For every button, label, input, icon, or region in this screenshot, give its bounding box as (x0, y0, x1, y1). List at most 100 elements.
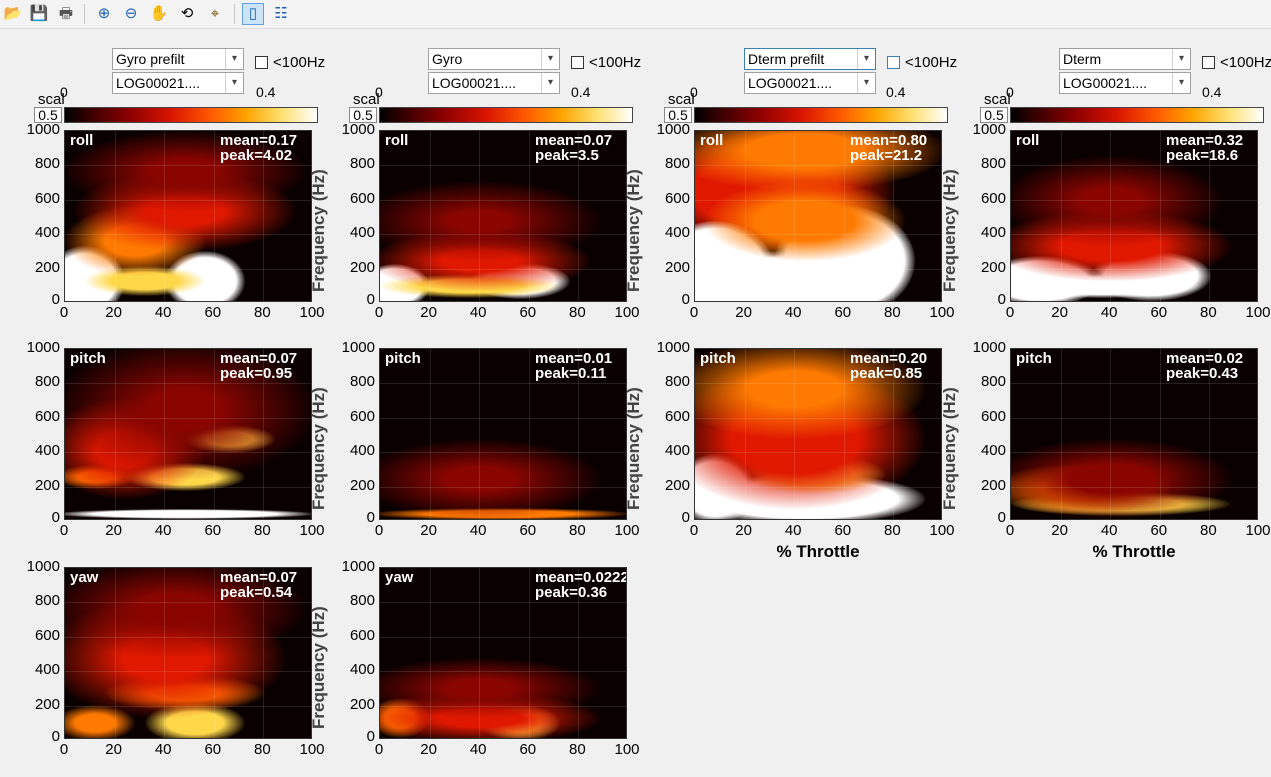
checkbox-box[interactable] (255, 56, 268, 69)
file-select-value: LOG00021.... (748, 75, 833, 91)
source-select[interactable]: Dterm prefilt ▾ (744, 48, 876, 70)
legend-icon[interactable]: ☷ (270, 3, 292, 25)
x-tick-label: 60 (1150, 522, 1168, 539)
source-select[interactable]: Gyro ▾ (428, 48, 560, 70)
x-tick-label: 60 (519, 304, 537, 321)
chevron-down-icon[interactable]: ▾ (1172, 49, 1190, 69)
y-tick-label: 400 (980, 442, 1006, 460)
y-tick-label: 400 (664, 442, 690, 460)
x-tick-label: 80 (569, 522, 586, 539)
file-select[interactable]: LOG00021.... ▾ (744, 72, 876, 94)
spectrogram-plot[interactable]: roll mean=0.32 peak=18.6 (1010, 130, 1258, 302)
spectrogram-plot[interactable]: roll mean=0.17 peak=4.02 (64, 130, 312, 302)
x-tick-label: 40 (469, 522, 487, 539)
figure-toolbar: 📂 💾 🖶 ⊕ ⊖ ✋ ⟲ ⌖ ▯ ☷ (0, 0, 1271, 29)
grid-line (65, 452, 311, 454)
grid-line (1011, 486, 1257, 488)
chevron-down-icon[interactable]: ▾ (1172, 73, 1190, 93)
x-tick-label: 20 (735, 304, 752, 321)
zoom-in-icon[interactable]: ⊕ (93, 3, 115, 25)
y-tick-label: 600 (349, 189, 375, 207)
peak-label: peak=0.11 (535, 365, 607, 382)
spectrogram-plot[interactable]: pitch mean=0.02 peak=0.43 (1010, 348, 1258, 520)
zoom-out-icon[interactable]: ⊖ (120, 3, 142, 25)
spectrogram-plot[interactable]: pitch mean=0.20 peak=0.85 (694, 348, 942, 520)
lowpass-checkbox[interactable]: <100Hz (571, 54, 641, 71)
y-tick-label: 200 (34, 476, 60, 494)
checkbox-box[interactable] (887, 56, 900, 69)
x-tick-label: 60 (204, 741, 222, 758)
save-icon[interactable]: 💾 (28, 3, 50, 25)
lowpass-checkbox[interactable]: <100Hz (255, 54, 325, 71)
x-tick-label: 0 (374, 522, 384, 539)
data-cursor-icon[interactable]: ⌖ (204, 3, 226, 25)
y-tick-label: 1000 (341, 558, 375, 575)
open-icon[interactable]: 📂 (2, 3, 24, 25)
checkbox-box[interactable] (571, 56, 584, 69)
print-icon[interactable]: 🖶 (55, 3, 77, 25)
grid-line (695, 234, 941, 236)
x-tick-label: 20 (735, 522, 752, 539)
y-tick-label: 600 (980, 189, 1006, 207)
source-select[interactable]: Gyro prefilt ▾ (112, 48, 244, 70)
colorbar (379, 107, 633, 123)
grid-line (695, 199, 941, 201)
y-tick-label: 400 (664, 224, 690, 242)
axis-name-label: roll (1016, 132, 1040, 149)
peak-label: peak=0.85 (850, 365, 923, 382)
grid-line (380, 234, 626, 236)
grid-line (1159, 349, 1161, 519)
spectrogram-plot[interactable]: yaw mean=0.0222 peak=0.36 (379, 567, 627, 739)
layout-icon[interactable]: ▯ (242, 3, 264, 25)
rotate-icon[interactable]: ⟲ (176, 3, 198, 25)
lowpass-label: <100Hz (273, 54, 326, 71)
spectrogram-plot[interactable]: pitch mean=0.07 peak=0.95 (64, 348, 312, 520)
source-select[interactable]: Dterm ▾ (1059, 48, 1191, 70)
spectrogram-plot[interactable]: pitch mean=0.01 peak=0.11 (379, 348, 627, 520)
y-tick-label: 600 (664, 407, 690, 425)
chevron-down-icon[interactable]: ▾ (857, 49, 875, 69)
y-tick-label: 600 (34, 626, 60, 644)
chevron-down-icon[interactable]: ▾ (541, 49, 559, 69)
file-select[interactable]: LOG00021.... ▾ (112, 72, 244, 94)
file-select[interactable]: LOG00021.... ▾ (428, 72, 560, 94)
grid-line (65, 602, 311, 604)
x-axis-title: % Throttle (1092, 542, 1176, 561)
lowpass-checkbox[interactable]: <100Hz (1202, 54, 1271, 71)
grid-line (695, 383, 941, 385)
spectrogram-plot[interactable]: yaw mean=0.07 peak=0.54 (64, 567, 312, 739)
x-tick-label: 80 (884, 304, 901, 321)
x-tick-label: 60 (1150, 304, 1168, 321)
x-tick-label: 80 (569, 304, 586, 321)
peak-label: peak=4.02 (220, 147, 293, 164)
y-tick-label: 1000 (972, 121, 1006, 138)
lowpass-checkbox[interactable]: <100Hz (887, 54, 957, 71)
x-tick-label: 100 (929, 304, 955, 321)
spectrogram-plot[interactable]: roll mean=0.07 peak=3.5 (379, 130, 627, 302)
y-tick-label: 400 (349, 442, 375, 460)
x-tick-label: 80 (254, 304, 271, 321)
y-tick-label: 400 (349, 661, 375, 679)
axis-name-label: roll (385, 132, 409, 149)
colorbar-min-label: 0 (690, 84, 698, 100)
file-select[interactable]: LOG00021.... ▾ (1059, 72, 1191, 94)
y-tick-label: 200 (980, 476, 1006, 494)
grid-line (380, 268, 626, 270)
pan-hand-icon[interactable]: ✋ (148, 3, 170, 25)
y-tick-label: 800 (980, 373, 1006, 391)
y-tick-label: 800 (34, 373, 60, 391)
checkbox-box[interactable] (1202, 56, 1215, 69)
chevron-down-icon[interactable]: ▾ (857, 73, 875, 93)
grid-line (528, 131, 530, 301)
chevron-down-icon[interactable]: ▾ (225, 73, 243, 93)
colorbar (694, 107, 948, 123)
x-tick-label: 20 (420, 741, 437, 758)
spectrogram-plot[interactable]: roll mean=0.80 peak=21.2 (694, 130, 942, 302)
grid-line (164, 568, 166, 738)
grid-line (479, 349, 481, 519)
chevron-down-icon[interactable]: ▾ (225, 49, 243, 69)
peak-label: peak=0.54 (220, 584, 293, 601)
grid-line (1011, 417, 1257, 419)
chevron-down-icon[interactable]: ▾ (541, 73, 559, 93)
grid-line (65, 268, 311, 270)
